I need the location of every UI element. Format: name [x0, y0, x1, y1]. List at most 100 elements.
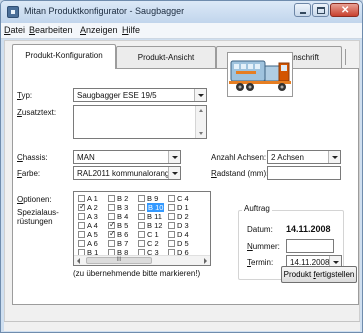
option-label: B 4 [117, 212, 129, 221]
zusatztext-label: Zusatztext: [17, 108, 57, 117]
radstand-label: Radstand (mm): [211, 169, 269, 178]
chassis-select[interactable]: MAN [73, 150, 181, 164]
chevron-down-icon[interactable] [168, 151, 180, 163]
option-label: C 1 [147, 230, 159, 239]
zusatztext-textarea[interactable] [73, 105, 207, 139]
option-label: D 1 [177, 203, 189, 212]
option-checkbox[interactable]: B 12 [138, 221, 162, 230]
option-checkbox[interactable]: B 7 [108, 239, 128, 248]
chevron-down-icon[interactable] [194, 89, 206, 101]
checkbox[interactable] [138, 231, 145, 238]
option-label: C 2 [147, 239, 159, 248]
produkt-fertigstellen-button[interactable]: Produkt fertigstellen [281, 266, 357, 283]
option-label: D 5 [177, 239, 189, 248]
option-checkbox[interactable]: B 10 [138, 203, 165, 212]
truck-icon [228, 53, 292, 96]
scroll-right-icon[interactable] [204, 258, 207, 264]
option-checkbox[interactable]: D 3 [168, 221, 189, 230]
checkbox[interactable] [108, 204, 115, 211]
checkbox[interactable] [78, 222, 85, 229]
close-icon: ✕ [341, 5, 350, 16]
tab-produkt-ansicht[interactable]: Produkt-Ansicht [116, 46, 216, 69]
option-label: A 2 [87, 203, 98, 212]
typ-value: Saugbagger ESE 19/5 [77, 91, 157, 100]
option-checkbox[interactable]: C 2 [138, 239, 159, 248]
farbe-select[interactable]: RAL2011 kommunalorange [73, 166, 181, 180]
chassis-label: Chassis: [17, 153, 48, 162]
tab-produkt-konfiguration[interactable]: Produkt-Konfiguration [12, 44, 116, 69]
achsen-label: Anzahl Achsen: [211, 153, 267, 162]
option-label: B 7 [117, 239, 129, 248]
checkbox[interactable] [108, 220, 116, 229]
checkbox[interactable] [138, 213, 145, 220]
options-checklist: A 1A 2A 3A 4A 5A 6B 1B 2B 3B 4B 5B 6B 7B… [73, 191, 211, 266]
option-checkbox[interactable]: A 4 [78, 221, 98, 230]
minimize-button[interactable] [294, 3, 311, 17]
scroll-down-icon[interactable] [199, 132, 203, 135]
option-checkbox[interactable]: D 2 [168, 212, 189, 221]
option-checkbox[interactable]: B 6 [108, 229, 128, 239]
checkbox[interactable] [78, 240, 85, 247]
option-label: A 4 [87, 221, 98, 230]
checkbox[interactable] [78, 213, 85, 220]
checkbox[interactable] [168, 222, 175, 229]
option-checkbox[interactable]: A 3 [78, 212, 98, 221]
chevron-down-icon[interactable] [168, 167, 180, 179]
checkbox[interactable] [168, 213, 175, 220]
option-checkbox[interactable]: C 1 [138, 230, 159, 239]
option-checkbox[interactable]: B 3 [108, 203, 128, 212]
checkbox[interactable] [108, 213, 115, 220]
radstand-input[interactable] [267, 166, 341, 180]
option-checkbox[interactable]: D 5 [168, 239, 189, 248]
checkbox[interactable] [108, 229, 116, 238]
checkbox[interactable] [168, 204, 175, 211]
farbe-value: RAL2011 kommunalorange [77, 169, 174, 178]
option-label: B 9 [147, 194, 159, 203]
title-bar: Mitan Produktkonfigurator - Saugbagger ✕ [1, 1, 362, 23]
checkbox[interactable] [78, 202, 86, 211]
maximize-button[interactable] [312, 3, 329, 17]
scroll-thumb[interactable]: III [86, 257, 152, 264]
scroll-up-icon[interactable] [199, 109, 203, 112]
options-scrollbar[interactable]: III [74, 255, 210, 265]
checkbox[interactable] [78, 195, 85, 202]
menu-bearbeiten[interactable]: Bearbeiten [29, 25, 73, 35]
typ-label: Typ: [17, 91, 33, 100]
checkbox[interactable] [138, 240, 145, 247]
chevron-down-icon[interactable] [328, 151, 340, 163]
datum-value: 14.11.2008 [286, 224, 331, 234]
checkbox[interactable] [108, 240, 115, 247]
achsen-value: 2 Achsen [271, 153, 304, 162]
option-checkbox[interactable]: B 11 [138, 212, 162, 221]
nummer-input[interactable] [286, 239, 334, 253]
checkbox[interactable] [138, 195, 145, 202]
close-button[interactable]: ✕ [330, 3, 359, 17]
option-checkbox[interactable]: C 4 [168, 194, 189, 203]
client-area: Produkt-Konfiguration Produkt-Ansicht Ku… [4, 40, 360, 331]
option-checkbox[interactable]: B 2 [108, 194, 128, 203]
typ-select[interactable]: Saugbagger ESE 19/5 [73, 88, 207, 102]
menu-datei[interactable]: Datei [4, 25, 25, 35]
textarea-scrollbar[interactable] [195, 106, 206, 138]
menu-bar: Datei Bearbeiten Anzeigen Hilfe [1, 23, 362, 39]
checkbox[interactable] [168, 195, 175, 202]
checkbox[interactable] [138, 222, 145, 229]
app-window: Mitan Produktkonfigurator - Saugbagger ✕… [0, 0, 363, 333]
achsen-select[interactable]: 2 Achsen [267, 150, 341, 164]
option-checkbox[interactable]: B 9 [138, 194, 158, 203]
menu-anzeigen[interactable]: Anzeigen [80, 25, 118, 35]
checkbox[interactable] [108, 195, 115, 202]
scroll-left-icon[interactable] [77, 258, 80, 264]
option-checkbox[interactable]: D 4 [168, 230, 189, 239]
option-checkbox[interactable]: A 6 [78, 239, 98, 248]
app-icon [7, 6, 19, 18]
checkbox[interactable] [78, 231, 85, 238]
option-checkbox[interactable]: D 1 [168, 203, 189, 212]
checkbox[interactable] [168, 231, 175, 238]
checkbox[interactable] [168, 240, 175, 247]
checkbox[interactable] [138, 204, 145, 211]
option-label: B 12 [147, 221, 163, 230]
menu-hilfe[interactable]: Hilfe [122, 25, 140, 35]
option-checkbox[interactable]: A 2 [78, 202, 98, 212]
option-checkbox[interactable]: A 5 [78, 230, 98, 239]
